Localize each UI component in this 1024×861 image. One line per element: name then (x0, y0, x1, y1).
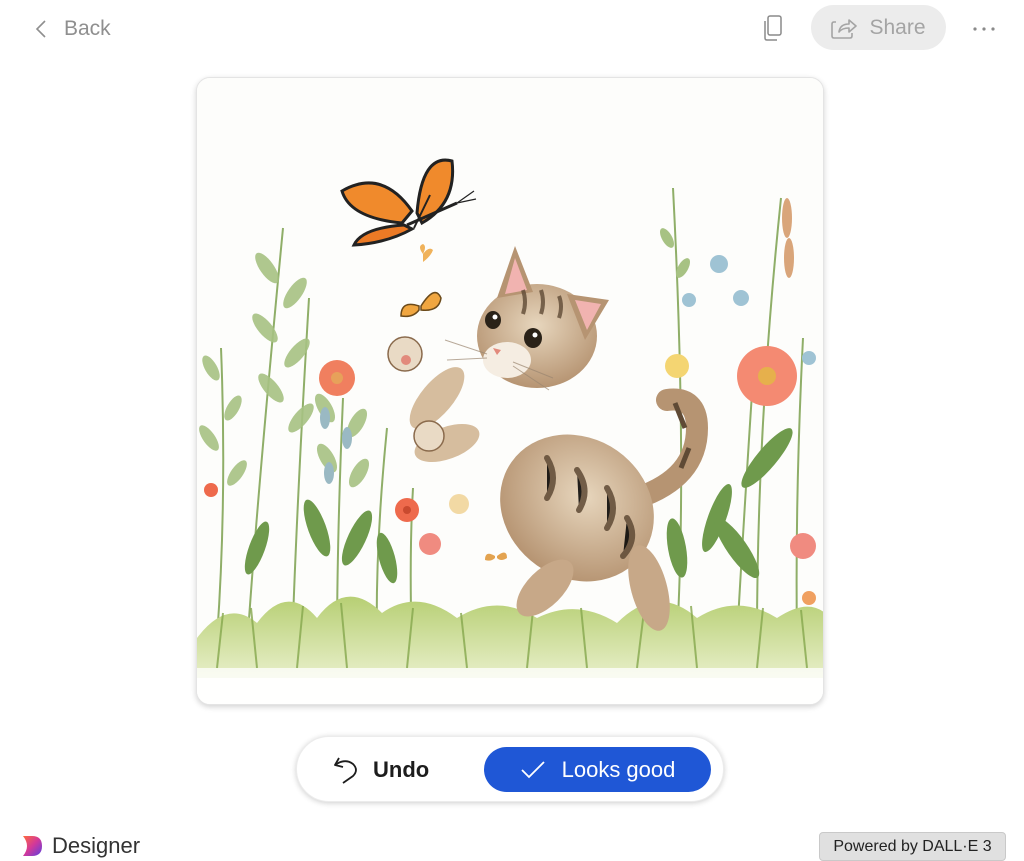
designer-logo-icon (23, 836, 42, 856)
looks-good-button[interactable]: Looks good (484, 747, 711, 792)
brand-name: Designer (52, 833, 141, 858)
undo-label: Undo (373, 757, 430, 782)
designer-brand: Designer (20, 832, 140, 860)
action-bar: Undo Looks good (296, 736, 724, 802)
more-options-button[interactable] (966, 14, 1002, 44)
checkmark-icon (520, 760, 545, 778)
more-icon (973, 27, 995, 31)
share-icon (831, 18, 858, 39)
share-button[interactable]: Share (811, 5, 946, 50)
back-button[interactable]: Back (34, 14, 111, 44)
chevron-left-icon (35, 20, 46, 38)
looks-good-label: Looks good (561, 756, 676, 782)
powered-by-label: Powered by DALL·E 3 (833, 837, 992, 855)
share-label: Share (869, 15, 926, 39)
top-bar: Back Share (0, 0, 1024, 58)
undo-icon (334, 757, 357, 784)
generated-image-card (196, 77, 824, 705)
undo-button[interactable]: Undo (333, 750, 429, 790)
copy-icon (764, 15, 782, 41)
copy-button[interactable] (758, 12, 788, 44)
generated-image (197, 78, 823, 704)
back-label: Back (64, 17, 111, 40)
powered-by-badge: Powered by DALL·E 3 (819, 832, 1006, 861)
